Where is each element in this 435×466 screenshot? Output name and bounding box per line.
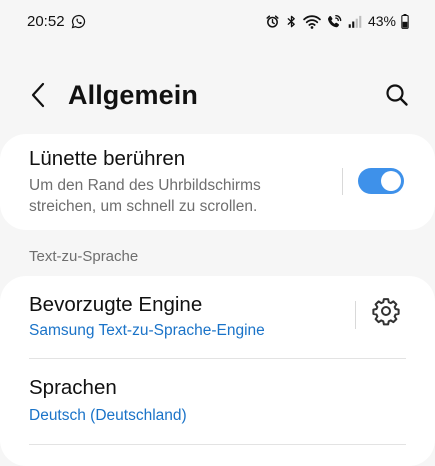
page-title: Allgemein — [68, 80, 198, 110]
signal-icon — [348, 14, 362, 29]
engine-settings-button[interactable] — [370, 297, 402, 329]
bezel-toggle[interactable] — [358, 168, 404, 194]
app-header: Allgemein — [0, 70, 435, 124]
battery-icon — [401, 13, 409, 29]
alarm-icon — [265, 14, 280, 29]
wifi-icon — [303, 14, 321, 29]
status-time: 20:52 — [27, 13, 65, 30]
bezel-description-line2: streichen, um schnell zu scrollen. — [29, 198, 258, 215]
toggle-knob — [381, 171, 401, 191]
preferred-engine-value: Samsung Text-zu-Sprache-Engine — [29, 322, 265, 339]
bluetooth-icon — [285, 14, 298, 29]
status-icons: 43% — [265, 11, 409, 31]
wifi-calling-icon — [326, 14, 343, 29]
search-button[interactable] — [383, 83, 411, 111]
preferred-engine-row[interactable]: Bevorzugte Engine Samsung Text-zu-Sprach… — [0, 276, 435, 358]
tts-card: Bevorzugte Engine Samsung Text-zu-Sprach… — [0, 276, 435, 466]
languages-row[interactable]: Sprachen Deutsch (Deutschland) — [0, 359, 435, 444]
preferred-engine-title: Bevorzugte Engine — [29, 293, 203, 316]
chevron-left-icon — [30, 82, 46, 113]
row-divider-bottom — [29, 444, 406, 445]
engine-divider — [355, 301, 356, 329]
back-button[interactable] — [24, 82, 52, 112]
bezel-title: Lünette berühren — [29, 147, 186, 170]
bezel-divider — [342, 168, 343, 195]
bezel-card: Lünette berühren Um den Rand des Uhrbild… — [0, 134, 435, 230]
bezel-setting-row[interactable]: Lünette berühren Um den Rand des Uhrbild… — [0, 134, 435, 230]
bezel-description-line1: Um den Rand des Uhrbildschirms — [29, 177, 261, 194]
gear-icon — [371, 296, 401, 331]
battery-percentage: 43% — [367, 13, 396, 29]
section-header-tts: Text-zu-Sprache — [29, 248, 139, 265]
search-icon — [385, 83, 409, 112]
languages-title: Sprachen — [29, 376, 117, 399]
status-bar: 20:52 43% — [0, 0, 435, 44]
whatsapp-icon — [71, 14, 86, 29]
languages-value: Deutsch (Deutschland) — [29, 407, 187, 424]
